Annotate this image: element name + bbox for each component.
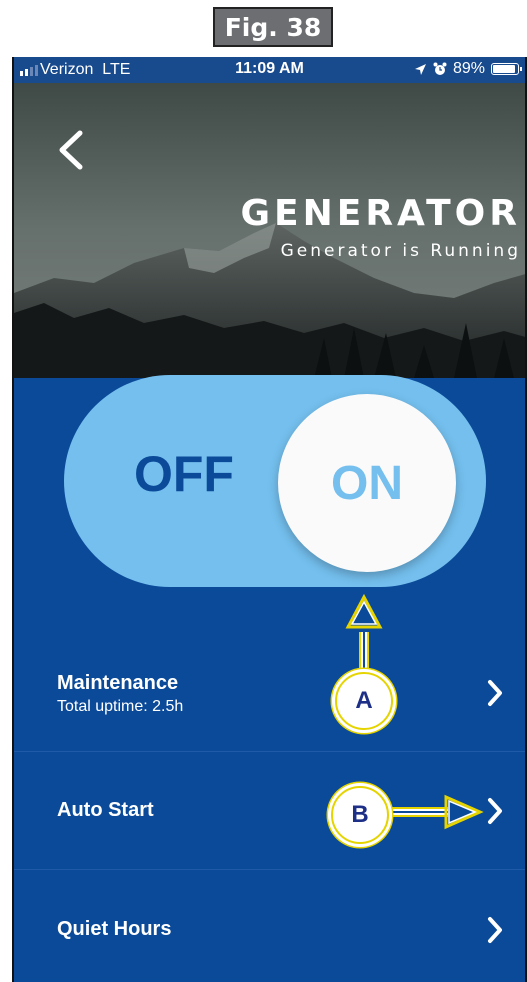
header-banner: GENERATOR Generator is Running — [14, 83, 525, 378]
location-arrow-icon — [414, 63, 426, 75]
toggle-off-label: OFF — [134, 446, 234, 502]
menu-item-subtitle: Total uptime: 2.5h — [57, 698, 184, 715]
menu-item-auto-start[interactable]: Auto Start — [14, 752, 525, 870]
battery-percent: 89% — [452, 60, 485, 77]
menu-item-quiet-hours[interactable]: Quiet Hours — [14, 870, 525, 982]
menu-item-maintenance[interactable]: Maintenance Total uptime: 2.5h — [14, 634, 525, 752]
battery-icon — [491, 63, 522, 75]
callout-b: B — [331, 786, 389, 844]
chevron-right-icon — [488, 917, 502, 943]
chevron-right-icon — [488, 798, 502, 824]
status-bar: Verizon LTE 11:09 AM 89% — [14, 57, 525, 83]
toggle-on-label: ON — [331, 456, 403, 510]
menu-item-title: Quiet Hours — [57, 918, 172, 940]
chevron-right-icon — [488, 680, 502, 706]
generator-status: Generator is Running — [280, 241, 521, 261]
menu-item-title: Auto Start — [57, 799, 154, 821]
back-chevron-icon[interactable] — [52, 125, 92, 175]
page-title: GENERATOR — [240, 193, 521, 234]
toggle-knob[interactable]: ON — [278, 394, 456, 572]
alarm-icon — [433, 62, 447, 75]
right-status: 89% — [414, 60, 522, 78]
phone-screen: Verizon LTE 11:09 AM 89% GENERATOR Gener… — [12, 57, 527, 982]
menu-item-title: Maintenance — [57, 672, 179, 694]
figure-label: Fig. 38 — [213, 7, 333, 47]
callout-a: A — [335, 672, 393, 730]
power-toggle[interactable]: OFF ON — [64, 375, 486, 587]
